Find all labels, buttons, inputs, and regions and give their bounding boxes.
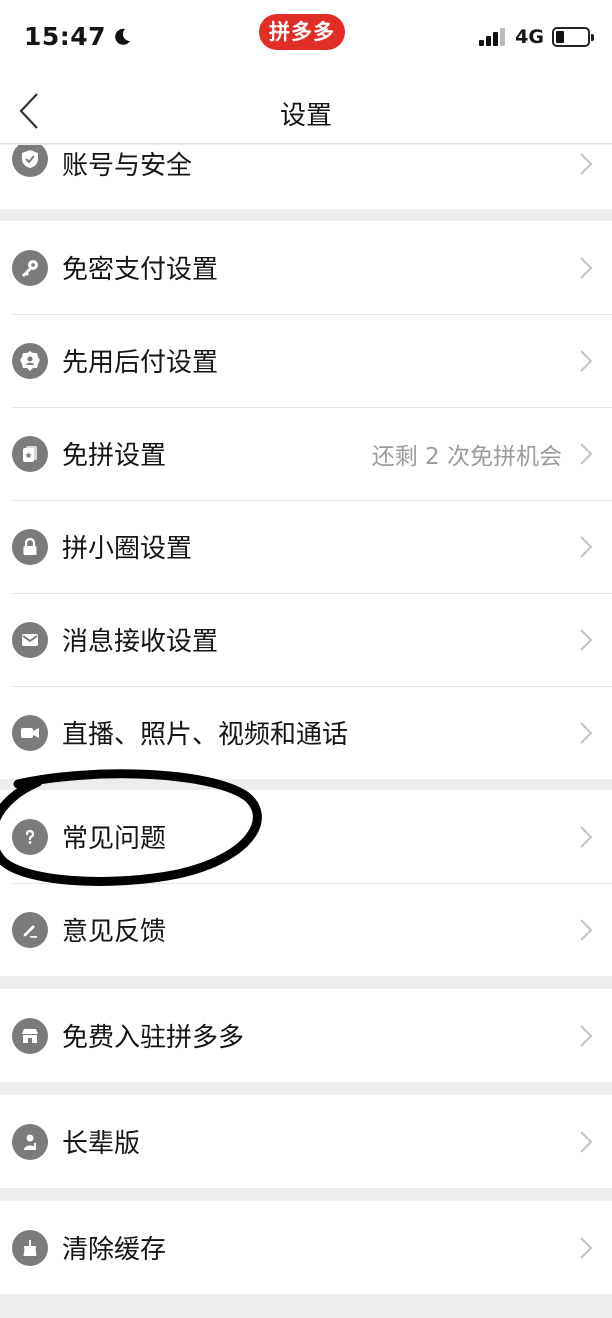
section-merchant: 免费入驻拼多多 <box>0 989 612 1082</box>
settings-row-media-calls[interactable]: 直播、照片、视频和通话 <box>0 686 612 779</box>
question-icon <box>12 818 48 855</box>
chevron-right-icon <box>580 825 593 848</box>
settings-row-label: 长辈版 <box>62 1129 141 1159</box>
signal-icon <box>479 28 506 46</box>
chevron-right-icon <box>580 721 593 744</box>
video-camera-icon <box>12 714 48 751</box>
settings-row-feedback[interactable]: 意见反馈 <box>0 883 612 976</box>
chevron-right-icon <box>580 442 593 465</box>
section-cache: 清除缓存 <box>0 1201 612 1294</box>
remaining-chances-text: 还剩 2 次免拼机会 <box>371 443 562 470</box>
settings-row-moments[interactable]: 拼小圈设置 <box>0 500 612 593</box>
settings-row-label: 意见反馈 <box>62 917 167 947</box>
settings-row-faq[interactable]: 常见问题 <box>0 790 612 883</box>
settings-row-label: 账号与安全 <box>62 151 193 181</box>
settings-row-label: 直播、照片、视频和通话 <box>62 720 349 750</box>
settings-row-buy-now-pay-later[interactable]: 先用后付设置 <box>0 314 612 407</box>
section-help: 常见问题 意见反馈 <box>0 790 612 976</box>
chevron-right-icon <box>580 918 593 941</box>
chevron-right-icon <box>580 1236 593 1259</box>
pencil-icon <box>12 911 48 948</box>
settings-row-account-security[interactable]: 账号与安全 <box>0 145 612 209</box>
settings-row-elder-mode[interactable]: 长辈版 <box>0 1095 612 1188</box>
mail-icon <box>12 621 48 658</box>
settings-row-notifications[interactable]: 消息接收设置 <box>0 593 612 686</box>
settings-row-clear-cache[interactable]: 清除缓存 <box>0 1201 612 1294</box>
chevron-right-icon <box>580 153 593 175</box>
card-star-icon <box>12 435 48 472</box>
chevron-right-icon <box>580 256 593 279</box>
settings-row-label: 免密支付设置 <box>62 255 219 285</box>
store-icon <box>12 1017 48 1054</box>
brand-badge: 拼多多 <box>259 14 345 50</box>
settings-row-label: 消息接收设置 <box>62 627 219 657</box>
settings-row-group-free[interactable]: 免拼设置 还剩 2 次免拼机会 <box>0 407 612 500</box>
moon-icon <box>115 28 131 45</box>
status-time-text: 15:47 <box>24 22 107 51</box>
broom-icon <box>12 1229 48 1266</box>
settings-row-password-free-pay[interactable]: 免密支付设置 <box>0 221 612 314</box>
settings-row-label: 免费入驻拼多多 <box>62 1023 245 1053</box>
status-indicators: 4G <box>479 26 594 48</box>
key-icon <box>12 249 48 286</box>
status-time: 15:47 <box>24 22 132 51</box>
chevron-right-icon <box>580 1130 593 1153</box>
elder-icon <box>12 1123 48 1160</box>
chevron-right-icon <box>580 1024 593 1047</box>
page-title: 设置 <box>279 101 332 131</box>
settings-row-become-merchant[interactable]: 免费入驻拼多多 <box>0 989 612 1082</box>
settings-row-label: 拼小圈设置 <box>62 534 193 564</box>
status-bar: 15:47 拼多多 4G <box>0 0 612 78</box>
settings-row-label: 清除缓存 <box>62 1235 167 1265</box>
chevron-right-icon <box>580 535 593 558</box>
settings-row-label: 先用后付设置 <box>62 348 219 378</box>
chevron-right-icon <box>580 628 593 651</box>
chevron-right-icon <box>580 349 593 372</box>
badge-user-icon <box>12 342 48 379</box>
network-label: 4G <box>515 26 544 48</box>
section-account: 账号与安全 <box>0 145 612 209</box>
shield-check-icon <box>12 145 48 177</box>
settings-row-label: 免拼设置 <box>62 441 167 471</box>
section-payment: 免密支付设置 先用后付设置 免拼设置 还剩 2 次免拼机会 拼小圈设置 消息接收… <box>0 221 612 779</box>
lock-icon <box>12 528 48 565</box>
section-elder: 长辈版 <box>0 1095 612 1188</box>
nav-bar: 设置 <box>0 78 612 144</box>
settings-row-label: 常见问题 <box>62 824 167 854</box>
battery-icon <box>552 27 594 47</box>
